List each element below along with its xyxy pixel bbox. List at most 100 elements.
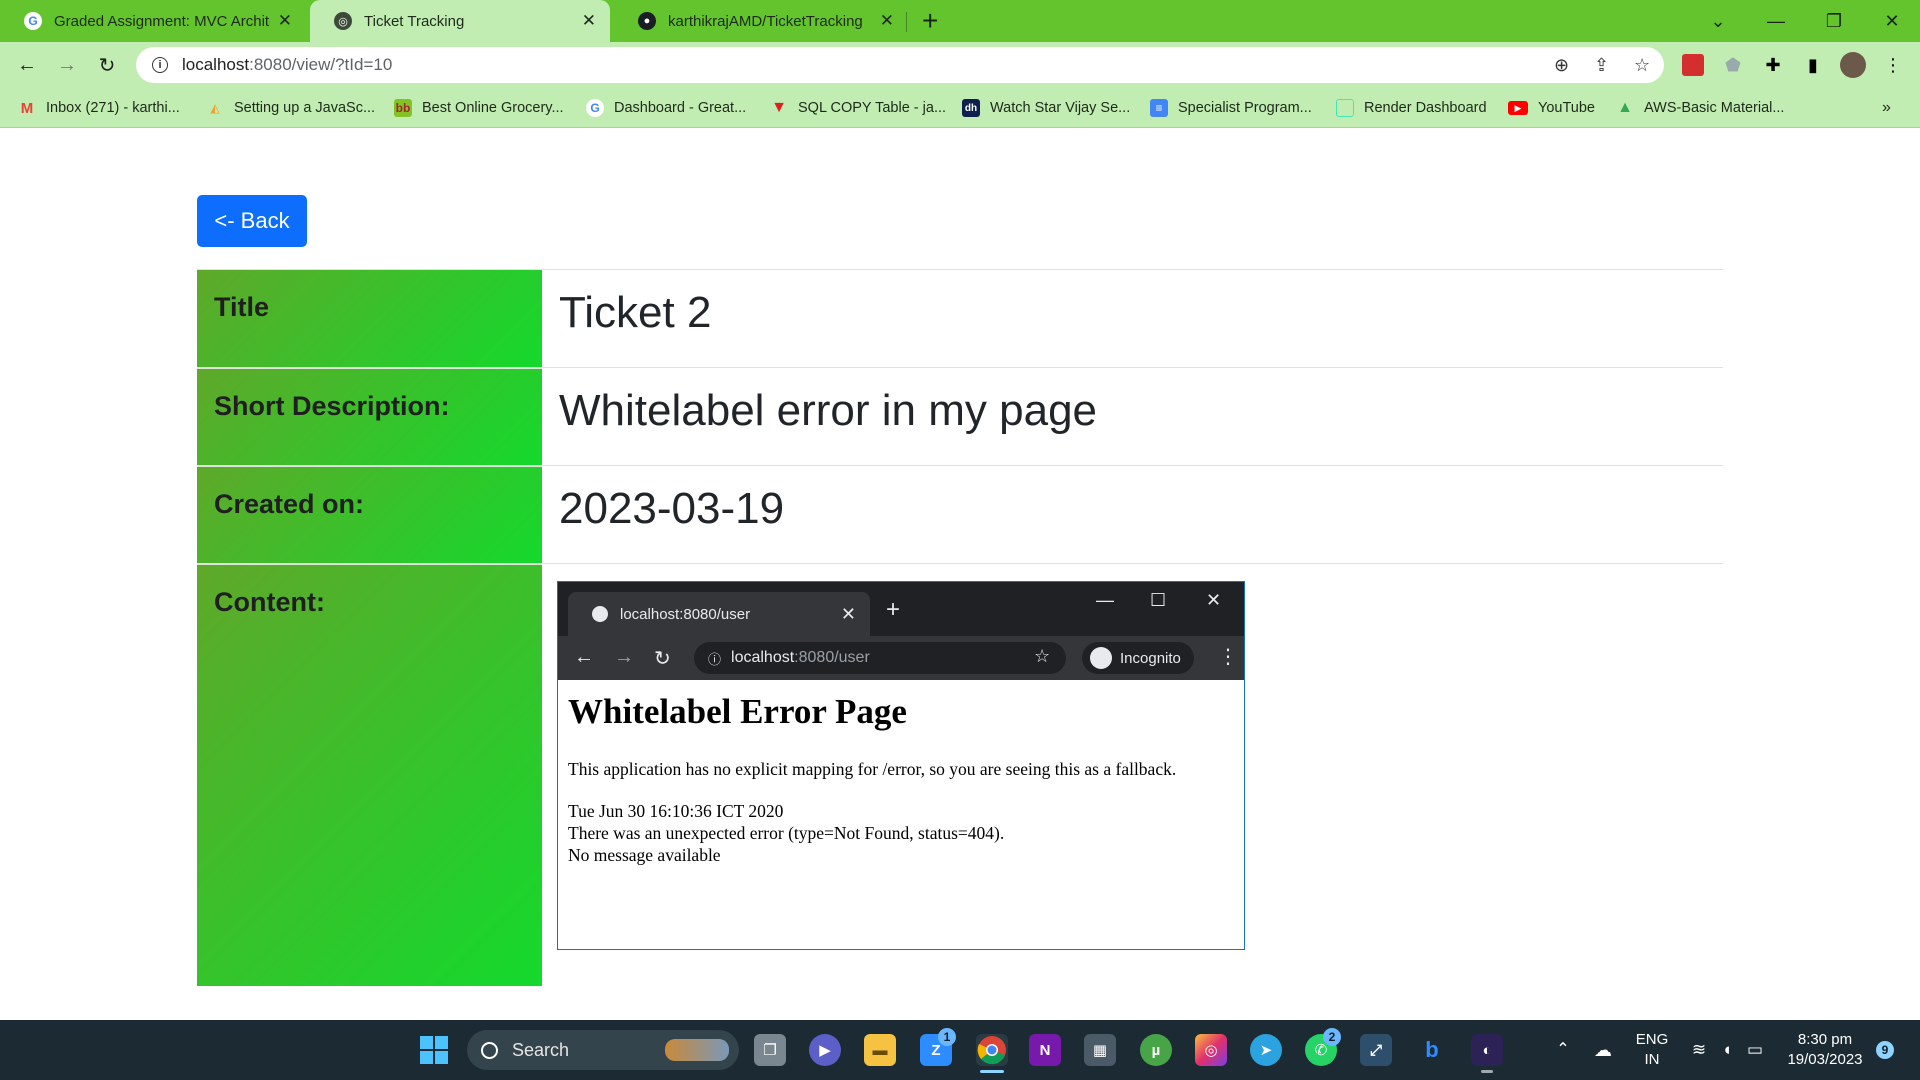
menu-icon: ⋮: [1218, 646, 1238, 668]
close-window-button[interactable]: ✕: [1864, 0, 1920, 42]
back-arrow-icon: ←: [574, 646, 594, 668]
bookmark-dashboard[interactable]: G Dashboard - Great...: [586, 88, 746, 128]
triangle-icon: ▼: [771, 99, 787, 116]
pdf-extension-icon[interactable]: [1678, 50, 1708, 80]
forward-arrow-icon: →: [614, 646, 634, 668]
volume-icon[interactable]: ◖: [1714, 1020, 1740, 1080]
maximize-icon: ☐: [1150, 590, 1167, 610]
minimize-icon: —: [1096, 590, 1114, 610]
bigbasket-icon: bb: [394, 99, 412, 117]
telegram-icon[interactable]: ➤: [1250, 1034, 1282, 1066]
close-icon[interactable]: ✕: [278, 11, 292, 31]
onedrive-cloud-icon[interactable]: ☁: [1588, 1020, 1618, 1080]
more-bookmarks-icon[interactable]: »: [1882, 88, 1891, 128]
bookmark-specialist[interactable]: ≡ Specialist Program...: [1150, 88, 1312, 128]
chrome-icon[interactable]: [976, 1034, 1008, 1066]
close-icon[interactable]: ✕: [880, 11, 894, 31]
task-view-icon[interactable]: ❐: [754, 1034, 786, 1066]
avatar[interactable]: [1838, 50, 1868, 80]
instagram-icon[interactable]: ◎: [1195, 1034, 1227, 1066]
taskbar-search[interactable]: Search: [467, 1030, 739, 1070]
restore-button[interactable]: ❐: [1806, 0, 1862, 42]
search-icon: [481, 1041, 498, 1059]
teams-chat-icon[interactable]: ▶: [809, 1034, 841, 1066]
globe-icon: ◎: [334, 12, 352, 30]
clock-time: 8:30 pm: [1797, 1031, 1853, 1048]
tab-separator: [906, 12, 907, 32]
forward-arrow-icon[interactable]: →: [50, 48, 84, 82]
docs-icon: ≡: [1150, 99, 1168, 117]
screenshot-toolbar: ← → ↻ ⓘ localhost:8080/user ☆ Incognito …: [558, 636, 1244, 680]
bookmark-render[interactable]: Render Dashboard: [1336, 88, 1487, 128]
tab-graded-assignment[interactable]: G Graded Assignment: MVC Archite ✕: [0, 0, 306, 42]
error-details: Tue Jun 30 16:10:36 ICT 2020 There was a…: [568, 800, 1234, 866]
side-panel-icon[interactable]: ▮: [1798, 50, 1828, 80]
google-g-icon: G: [24, 12, 42, 30]
clock-date: 19/03/2023: [1787, 1051, 1863, 1068]
bookmark-aws[interactable]: ▲ AWS-Basic Material...: [1616, 88, 1784, 128]
close-icon[interactable]: ✕: [582, 11, 596, 31]
reload-icon[interactable]: ↻: [90, 48, 124, 82]
new-tab-button[interactable]: +: [922, 4, 938, 38]
bing-icon[interactable]: b: [1416, 1034, 1448, 1066]
calculator-icon[interactable]: ▦: [1084, 1034, 1116, 1066]
chrome-active-indicator: [980, 1070, 1004, 1073]
plus-icon: +: [886, 596, 901, 623]
search-label: Search: [512, 1039, 570, 1060]
bookmark-star-icon[interactable]: ☆: [1634, 47, 1650, 83]
tab-ticket-tracking[interactable]: ◎ Ticket Tracking ✕: [310, 0, 610, 42]
short-description-row: Short Description: Whitelabel error in m…: [197, 367, 1723, 465]
reload-icon: ↻: [654, 648, 671, 670]
browser-toolbar: ← → ↻ i localhost:8080/view/?tId=10 ⊕ ⇪ …: [0, 42, 1920, 88]
bookmark-star-vijay[interactable]: dh Watch Star Vijay Se...: [962, 88, 1130, 128]
back-button[interactable]: <- Back: [197, 195, 307, 247]
share-icon[interactable]: ⇪: [1594, 47, 1609, 83]
bookmark-inbox[interactable]: M Inbox (271) - karthi...: [18, 88, 180, 128]
eclipse-icon[interactable]: ◐: [1471, 1034, 1503, 1066]
screenshot-url-host: localhost: [731, 649, 795, 666]
tab-github[interactable]: ● karthikrajAMD/TicketTracking ✕: [614, 0, 908, 42]
windows-start-icon[interactable]: [418, 1034, 450, 1066]
browser-tab-strip: G Graded Assignment: MVC Archite ✕ ◎ Tic…: [0, 0, 1920, 42]
error-timestamp: Tue Jun 30 16:10:36 ICT 2020: [568, 801, 784, 821]
close-icon: ✕: [1206, 590, 1222, 610]
clock[interactable]: 8:30 pm 19/03/2023: [1780, 1020, 1870, 1080]
content-label: Content:: [197, 564, 542, 986]
bookmark-sql-copy[interactable]: ▼ SQL COPY Table - ja...: [770, 88, 946, 128]
content-value: localhost:8080/user ✕ + — ☐ ✕ ← → ↻ ⓘ lo…: [542, 564, 1723, 986]
site-info-icon[interactable]: i: [152, 57, 168, 73]
bookmark-label: Setting up a JavaSc...: [234, 100, 376, 116]
wifi-icon[interactable]: ≋: [1684, 1020, 1714, 1080]
show-hidden-icons-chevron-icon[interactable]: ⌃: [1550, 1020, 1576, 1080]
language-code: ENG: [1635, 1031, 1669, 1048]
tab-search-chevron-icon[interactable]: ⌄: [1690, 0, 1746, 42]
close-icon: ✕: [840, 603, 856, 624]
onenote-icon[interactable]: N: [1029, 1034, 1061, 1066]
bookmark-grocery[interactable]: bb Best Online Grocery...: [394, 88, 564, 128]
screenshot-page-body: Whitelabel Error Page This application h…: [558, 680, 1244, 898]
address-bar[interactable]: i localhost:8080/view/?tId=10 ⊕ ⇪ ☆: [136, 47, 1664, 83]
notification-badge[interactable]: 9: [1876, 1041, 1894, 1059]
bookmark-youtube[interactable]: ▶ YouTube: [1508, 88, 1595, 128]
file-explorer-icon[interactable]: ▬: [864, 1034, 896, 1066]
shield-extension-icon[interactable]: ⬟: [1718, 50, 1748, 80]
extensions-puzzle-icon[interactable]: ✚: [1758, 50, 1788, 80]
bookmark-label: YouTube: [1538, 100, 1595, 116]
region-code: IN: [1644, 1051, 1660, 1068]
globe-icon: [592, 606, 608, 622]
minimize-button[interactable]: —: [1748, 0, 1804, 42]
bookmark-javascript[interactable]: ◭ Setting up a JavaSc...: [206, 88, 375, 128]
title-label: Title: [197, 270, 542, 367]
battery-icon[interactable]: ▭: [1742, 1020, 1768, 1080]
zoom-icon[interactable]: ⊕: [1554, 47, 1569, 83]
utorrent-icon[interactable]: µ: [1140, 1034, 1172, 1066]
screenshot-address-bar: ⓘ localhost:8080/user: [694, 642, 1066, 674]
language-indicator[interactable]: ENG IN: [1632, 1020, 1672, 1080]
github-icon: ●: [638, 12, 656, 30]
error-heading: Whitelabel Error Page: [568, 692, 907, 731]
browser-menu-icon[interactable]: ⋮: [1878, 50, 1908, 80]
mysql-workbench-icon[interactable]: ⤢: [1360, 1034, 1392, 1066]
hotstar-icon: dh: [962, 99, 980, 117]
back-arrow-icon[interactable]: ←: [10, 48, 44, 82]
bookmark-label: Specialist Program...: [1178, 100, 1312, 116]
